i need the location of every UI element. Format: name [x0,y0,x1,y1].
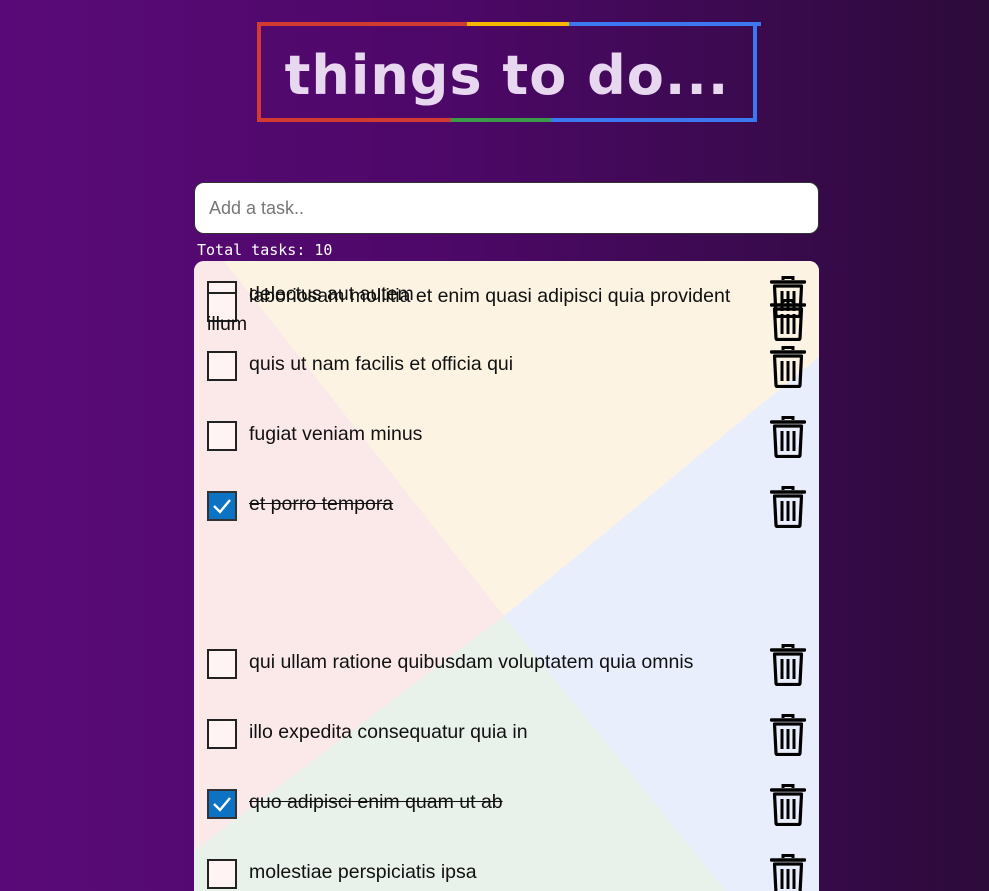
title-border-green [451,118,551,122]
title-border-blue [569,22,761,26]
app-title-box: things to do... [257,22,761,122]
task-item: et porro tempora [194,471,819,541]
task-text: et porro tempora [249,493,394,515]
task-text: quis ut nam facilis et officia qui [249,353,514,375]
delete-task-button[interactable] [769,854,807,891]
trash-icon [769,784,807,827]
add-task-input[interactable] [194,182,819,234]
task-item: fugiat veniam minus [194,401,819,471]
title-border-yellow [467,22,569,26]
delete-task-button[interactable] [769,416,807,459]
trash-icon [769,346,807,389]
task-list: delectus aut autem quis ut nam facilis et… [194,261,819,891]
delete-task-button[interactable] [769,486,807,529]
delete-task-button[interactable] [769,784,807,827]
task-text: laboriosam mollitia et enim quasi adipis… [207,285,731,335]
delete-task-button[interactable] [769,714,807,757]
task-text: qui ullam ratione quibusdam voluptatem q… [249,651,694,673]
total-tasks-count: Total tasks: 10 [197,241,333,259]
delete-task-button[interactable] [769,346,807,389]
task-text: illo expedita consequatur quia in [249,721,528,743]
title-border-red [257,118,451,122]
trash-icon [769,486,807,529]
task-text: molestiae perspiciatis ipsa [249,861,477,883]
task-item: qui ullam ratione quibusdam voluptatem q… [194,629,819,699]
trash-icon [769,714,807,757]
task-item: laboriosam mollitia et enim quasi adipis… [194,285,819,629]
trash-icon [769,299,807,342]
delete-task-button[interactable] [769,644,807,687]
task-item: quis ut nam facilis et officia qui [194,331,819,401]
task-item: quo adipisci enim quam ut ab [194,769,819,839]
page-title: things to do... [284,43,730,107]
task-item: molestiae perspiciatis ipsa [194,839,819,891]
task-text: quo adipisci enim quam ut ab [249,791,503,813]
task-text: fugiat veniam minus [249,423,423,445]
delete-task-button[interactable] [769,299,807,342]
trash-icon [769,644,807,687]
task-item: illo expedita consequatur quia in [194,699,819,769]
trash-icon [769,854,807,891]
trash-icon [769,416,807,459]
